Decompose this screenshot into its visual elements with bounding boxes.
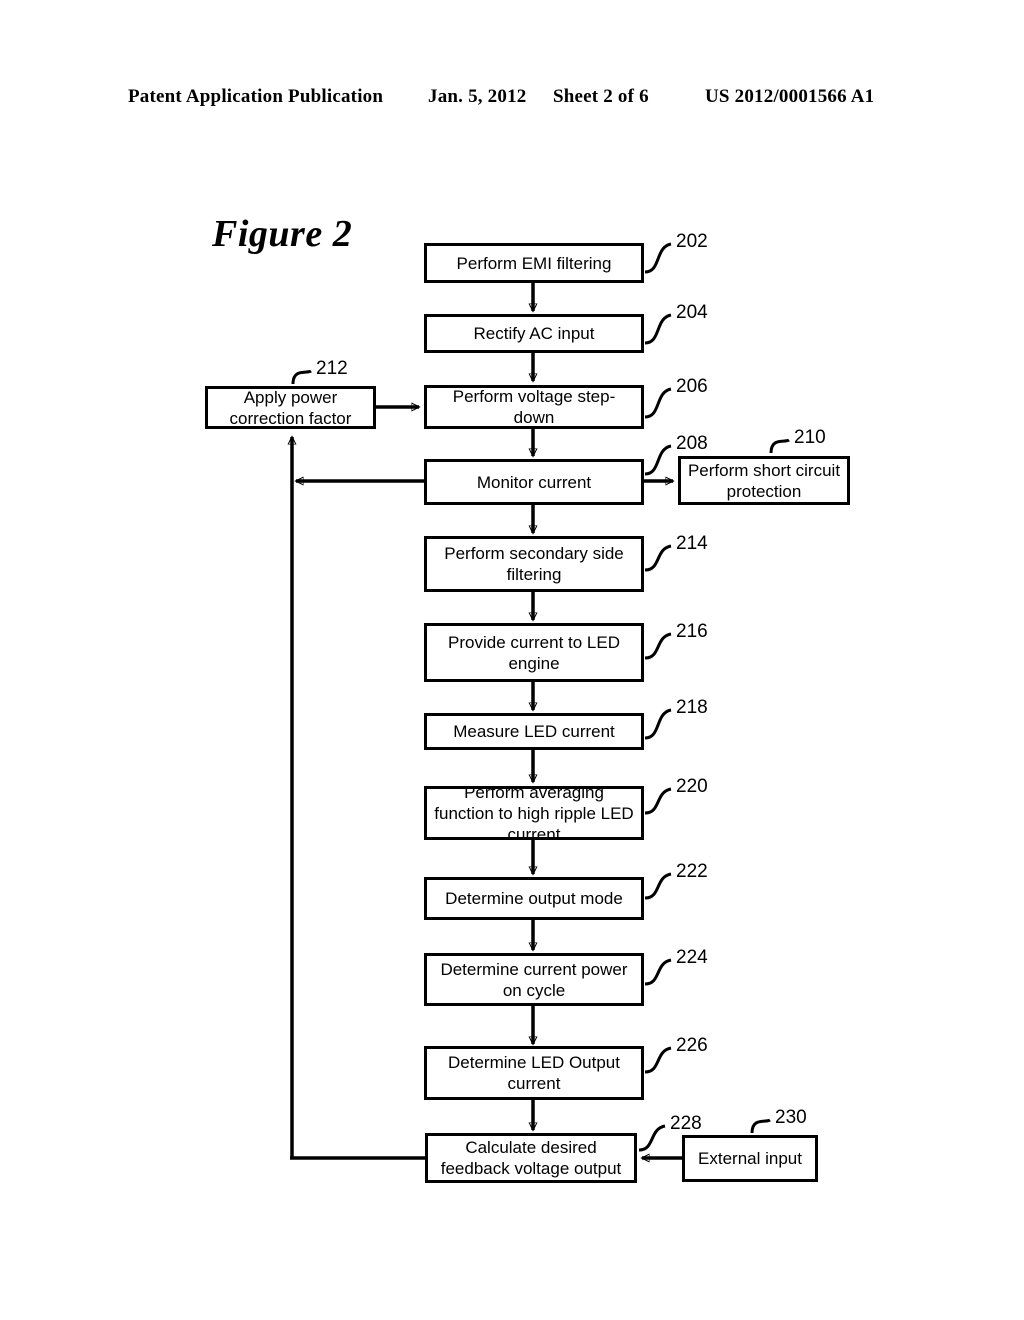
ref-numeral-204: 204 <box>676 302 708 323</box>
ref-numeral-206: 206 <box>676 376 708 397</box>
flow-node-230-label: External input <box>698 1149 802 1168</box>
ref-numeral-212: 212 <box>316 358 348 379</box>
flow-node-220[interactable]: Perform averaging function to high rippl… <box>424 783 644 844</box>
leader-204 <box>644 313 672 345</box>
flow-node-208-label: Monitor current <box>476 472 592 492</box>
flow-node-212[interactable]: Apply power correction factor <box>205 386 376 429</box>
leader-216 <box>644 632 672 660</box>
ref-numeral-202: 202 <box>676 231 708 252</box>
flow-node-230[interactable]: External input <box>682 1135 818 1182</box>
leader-208 <box>644 444 672 476</box>
flow-node-216[interactable]: Provide current to LED engine <box>424 623 644 682</box>
leader-202 <box>644 242 672 274</box>
flow-node-228-label: Calculate desired feedback voltage outpu… <box>440 1138 622 1178</box>
ref-numeral-208: 208 <box>676 433 708 454</box>
flow-node-210[interactable]: Perform short circuit protection <box>678 456 850 505</box>
flow-node-214-label: Perform secondary side filtering <box>444 544 624 584</box>
flow-node-216-label: Provide current to LED engine <box>448 632 620 673</box>
flow-node-202[interactable]: Perform EMI filtering <box>424 243 644 283</box>
leader-214 <box>644 544 672 572</box>
flow-node-204-label: Rectify AC input <box>473 324 595 343</box>
flow-node-228[interactable]: Calculate desired feedback voltage outpu… <box>425 1133 637 1183</box>
ref-numeral-216: 216 <box>676 621 708 642</box>
leader-220 <box>644 787 672 815</box>
leader-224 <box>644 958 672 986</box>
flow-node-210-label: Perform short circuit protection <box>687 460 841 501</box>
ref-numeral-226: 226 <box>676 1035 708 1056</box>
flow-node-224-label: Determine current power on cycle <box>440 959 628 1000</box>
ref-numeral-210: 210 <box>794 427 826 448</box>
ref-numeral-228: 228 <box>670 1113 702 1134</box>
leader-210 <box>769 438 790 454</box>
ref-numeral-230: 230 <box>775 1107 807 1128</box>
flow-node-212-label: Apply power correction factor <box>229 387 352 428</box>
flow-node-206[interactable]: Perform voltage step-down <box>424 385 644 429</box>
ref-numeral-218: 218 <box>676 697 708 718</box>
flowchart-diagram: Perform EMI filtering Rectify AC input P… <box>0 0 1024 1320</box>
ref-numeral-224: 224 <box>676 947 708 968</box>
leader-206 <box>644 387 672 419</box>
flow-node-224[interactable]: Determine current power on cycle <box>424 953 644 1006</box>
ref-numeral-220: 220 <box>676 776 708 797</box>
flow-node-202-label: Perform EMI filtering <box>456 253 612 273</box>
ref-numeral-222: 222 <box>676 861 708 882</box>
flow-node-204[interactable]: Rectify AC input <box>424 314 644 353</box>
ref-numeral-214: 214 <box>676 533 708 554</box>
flow-node-220-label: Perform averaging function to high rippl… <box>434 782 634 844</box>
leader-218 <box>644 708 672 740</box>
flow-node-218-label: Measure LED current <box>453 722 615 741</box>
leader-230 <box>750 1118 771 1134</box>
leader-222 <box>644 872 672 900</box>
flow-node-226[interactable]: Determine LED Output current <box>424 1046 644 1100</box>
leader-226 <box>644 1046 672 1074</box>
flow-node-226-label: Determine LED Output current <box>448 1053 620 1093</box>
flow-node-214[interactable]: Perform secondary side filtering <box>424 536 644 592</box>
leader-228 <box>638 1124 666 1152</box>
leader-212 <box>291 369 312 385</box>
flow-node-218[interactable]: Measure LED current <box>424 713 644 750</box>
flow-node-206-label: Perform voltage step-down <box>452 387 616 427</box>
flow-node-208[interactable]: Monitor current <box>424 459 644 505</box>
flow-node-222-label: Determine output mode <box>445 889 623 908</box>
flow-node-222[interactable]: Determine output mode <box>424 877 644 920</box>
